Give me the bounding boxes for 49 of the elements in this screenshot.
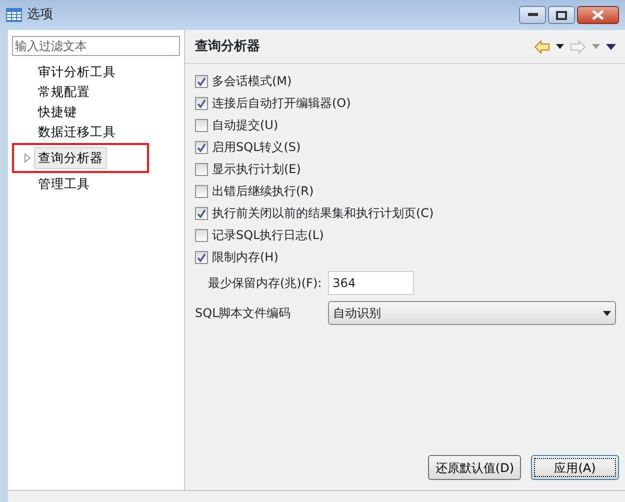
checkbox[interactable] [195,140,208,154]
check-icon [197,208,206,218]
filter-field[interactable]: 输入过滤文本 [12,36,180,56]
checkbox-label: 多会话模式(M) [212,73,292,90]
maximize-button[interactable] [548,6,575,24]
tree-item[interactable]: 管理工具 [34,172,94,196]
tree-item[interactable]: 常规配置 [34,80,94,104]
checkbox[interactable] [195,74,208,88]
maximize-icon [556,10,567,20]
tree-item[interactable]: 审计分析工具 [34,60,120,84]
checkbox[interactable] [195,250,208,264]
checkbox[interactable] [195,162,208,176]
checkbox-label: 显示执行计划(E) [212,161,301,178]
checkbox-label: 出错后继续执行(R) [212,183,314,200]
checkbox[interactable] [195,96,208,110]
tree-item[interactable]: 快捷键 [34,100,81,124]
field-label: 最少保留内存(兆)(F): [208,275,322,292]
page-title: 查询分析器 [195,38,260,56]
tree-item[interactable]: 查询分析器 [34,146,107,170]
app-icon [6,8,22,22]
dropdown-icon [603,311,611,316]
checkbox[interactable] [195,118,208,132]
check-icon [197,76,206,86]
checkbox[interactable] [195,206,208,220]
menu-icon[interactable] [606,44,616,50]
checkbox-label: 自动提交(U) [212,117,278,134]
checkbox-label: 记录SQL执行日志(L) [212,227,324,244]
checkbox-label: 连接后自动打开编辑器(O) [212,95,351,112]
check-icon [197,142,206,152]
close-icon [592,10,604,20]
check-icon [197,98,206,108]
tree-item[interactable]: 数据迁移工具 [34,120,120,144]
checkbox[interactable] [195,184,208,198]
checkbox-label: 限制内存(H) [212,249,278,266]
field-label: SQL脚本文件编码 [195,305,292,322]
encoding-select[interactable]: 自动识别 [328,301,616,325]
close-button[interactable] [577,6,619,24]
back-icon[interactable] [534,40,550,54]
minimize-button[interactable] [519,6,546,24]
memory-field[interactable]: 364 [328,271,414,295]
dropdown-icon[interactable] [556,44,564,49]
dialog-button[interactable]: 还原默认值(D) [428,455,521,480]
checkbox-label: 执行前关闭以前的结果集和执行计划页(C) [212,205,434,222]
checkbox[interactable] [195,228,208,242]
dialog-button[interactable]: 应用(A) [531,455,619,480]
check-icon [197,252,206,262]
checkbox-label: 启用SQL转义(S) [212,139,301,156]
minimize-icon [528,13,538,17]
window-title: 选项 [27,6,53,24]
